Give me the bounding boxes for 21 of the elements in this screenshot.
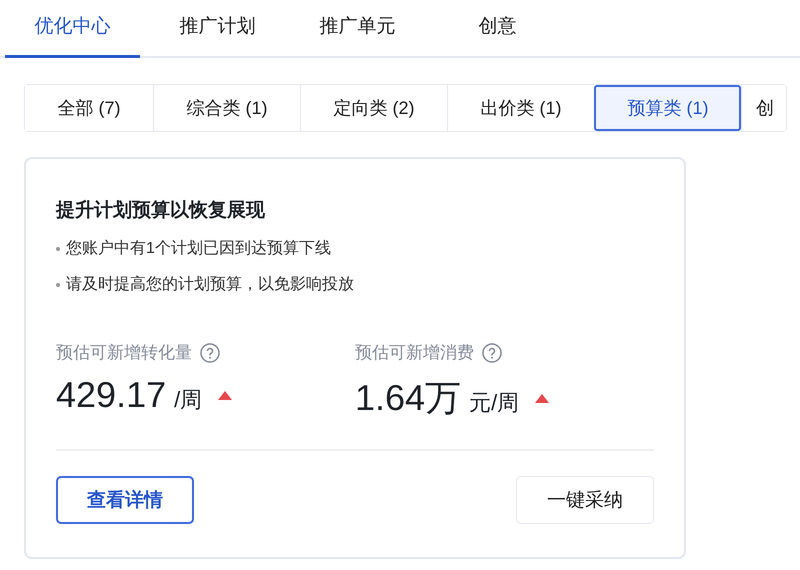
bullet-dot xyxy=(56,282,60,286)
nav-tab[interactable]: 创意 xyxy=(430,0,565,58)
bullet-dot xyxy=(56,246,60,250)
filter-tab[interactable]: 创 xyxy=(741,85,786,131)
metric-label: 预估可新增消费 xyxy=(355,342,474,364)
metric-label: 预估可新增转化量 xyxy=(56,342,192,364)
bullet-text: 您账户中有1个计划已因到达预算下线 xyxy=(66,238,331,259)
metric-value: 429.17 xyxy=(56,374,166,416)
metric-value: 1.64万 xyxy=(355,376,462,420)
nav-tab[interactable]: 优化中心 xyxy=(5,0,140,58)
details-button[interactable]: 查看详情 xyxy=(56,476,194,524)
metric-unit: /周 xyxy=(174,386,202,414)
card-title: 提升计划预算以恢复展现 xyxy=(56,198,266,223)
nav-tab[interactable]: 推广计划 xyxy=(150,0,285,58)
apply-button[interactable]: 一键采纳 xyxy=(516,476,654,524)
bullet-text: 请及时提高您的计划预算，以免影响投放 xyxy=(66,274,354,295)
nav-tab[interactable]: 推广单元 xyxy=(290,0,425,58)
help-icon[interactable] xyxy=(482,342,502,362)
help-icon[interactable] xyxy=(200,342,220,362)
filter-tab[interactable]: 预算类 (1) xyxy=(594,85,741,131)
metric-unit: 元/周 xyxy=(469,389,520,417)
